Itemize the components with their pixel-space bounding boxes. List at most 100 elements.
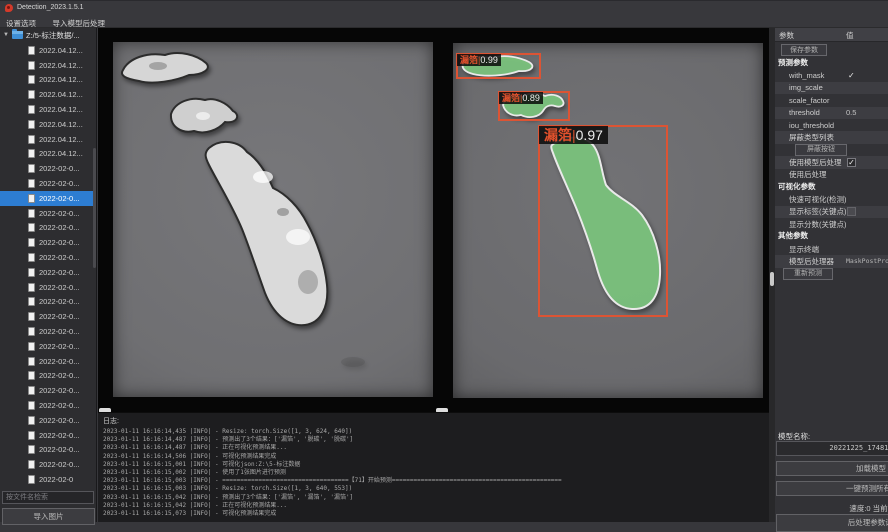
save-params-button[interactable]: 保存参数 [781, 44, 827, 56]
file-icon [28, 312, 35, 321]
file-icon [28, 90, 35, 99]
file-list-item[interactable]: 2022.04.12... [0, 43, 96, 58]
import-images-button[interactable]: 导入图片 [2, 508, 95, 525]
file-list-item[interactable]: 2022.04.12... [0, 147, 96, 162]
file-list-item[interactable]: 2022-02-0... [0, 369, 96, 384]
param-row-show-label[interactable]: 显示标签(关键点) [775, 206, 888, 218]
file-item-label: 2022-02-0 [39, 475, 73, 484]
model-name-field[interactable]: 20221225_174813 [776, 441, 888, 456]
file-list-scrollbar[interactable] [93, 148, 96, 268]
raw-defect-shapes [113, 42, 433, 397]
file-list-item[interactable]: 2022.04.12... [0, 132, 96, 147]
file-icon [28, 120, 35, 129]
tree-expand-icon[interactable]: ▼ [0, 32, 12, 38]
file-item-label: 2022-02-0... [39, 238, 79, 247]
param-row-iou-threshold[interactable]: iou_threshold [775, 119, 888, 131]
param-row-use-model-postprocess[interactable]: 使用模型后处理 ✓ [775, 156, 888, 168]
param-row-mask-type-list[interactable]: 屏蔽类型列表 [775, 131, 888, 143]
tree-root[interactable]: ▼ Z:/5-标注数据/... [0, 28, 96, 42]
use-model-postprocess-checkbox[interactable]: ✓ [847, 158, 856, 167]
param-row-threshold[interactable]: threshold 0.5 [775, 107, 888, 119]
file-item-label: 2022.04.12... [39, 61, 83, 70]
file-list-item[interactable]: 2022-02-0... [0, 457, 96, 472]
file-list-item[interactable]: 2022-02-0... [0, 383, 96, 398]
file-list-item[interactable]: 2022-02-0... [0, 324, 96, 339]
section-other-params: 其他参数 [775, 230, 888, 242]
file-list-item[interactable]: 2022-02-0... [0, 161, 96, 176]
file-list-item[interactable]: 2022-02-0... [0, 265, 96, 280]
file-list-item[interactable]: 2022.04.12... [0, 102, 96, 117]
param-row-img-scale[interactable]: img_scale [775, 82, 888, 94]
load-model-button[interactable]: 加载模型 [776, 461, 888, 476]
file-icon [28, 475, 35, 484]
file-item-label: 2022-02-0... [39, 416, 79, 425]
section-visual-params: 可视化参数 [775, 181, 888, 193]
file-list-item[interactable]: 2022-02-0... [0, 309, 96, 324]
menu-item-settings[interactable]: 设置选项 [0, 15, 42, 29]
repredict-button[interactable]: 重新预测 [783, 268, 833, 280]
param-row-show-terminal[interactable]: 显示终端 [775, 243, 888, 255]
file-item-label: 2022-02-0... [39, 312, 79, 321]
param-row-show-score[interactable]: 显示分数(关键点) [775, 218, 888, 230]
file-item-label: 2022-02-0... [39, 164, 79, 173]
file-icon [28, 283, 35, 292]
param-row-use-postprocess[interactable]: 使用后处理 [775, 169, 888, 181]
param-row-scale-factor[interactable]: scale_factor [775, 94, 888, 106]
file-list-item[interactable]: 2022-02-0 [0, 472, 96, 487]
param-scrollbar-thumb[interactable] [770, 272, 774, 286]
show-label-checkbox[interactable] [847, 207, 856, 216]
file-list-item[interactable]: 2022-02-0... [0, 398, 96, 413]
file-list-item[interactable]: 2022-02-0... [0, 221, 96, 236]
file-item-label: 2022.04.12... [39, 75, 83, 84]
file-icon [28, 297, 35, 306]
file-list-item[interactable]: 2022-02-0... [0, 339, 96, 354]
threshold-value[interactable]: 0.5 [846, 108, 856, 117]
file-list-item[interactable]: 2022-02-0... [0, 413, 96, 428]
with-mask-check-icon[interactable]: ✓ [848, 71, 855, 80]
log-line: 2023-01-11 16:16:14,435 |INFO| - Resize:… [103, 428, 769, 436]
postprocess-settings-button[interactable]: 后处理参数设置 [776, 514, 888, 532]
file-icon [28, 135, 35, 144]
param-row-with-mask[interactable]: with_mask ✓ [775, 69, 888, 81]
file-icon [28, 194, 35, 203]
file-list-item[interactable]: 2022-02-0... [0, 280, 96, 295]
file-item-label: 2022.04.12... [39, 46, 83, 55]
file-icon [28, 61, 35, 70]
file-list-item[interactable]: 2022.04.12... [0, 58, 96, 73]
file-list-item[interactable]: 2022-02-0... [0, 250, 96, 265]
file-list-item[interactable]: 2022-02-0... [0, 443, 96, 458]
param-row-model-postprocessor[interactable]: 模型后处理器 MaskPostPro [775, 255, 888, 267]
predict-all-button[interactable]: 一键预测所有图片 [776, 481, 888, 496]
model-postprocessor-value[interactable]: MaskPostPro [846, 257, 888, 265]
file-list-item[interactable]: 2022.04.12... [0, 117, 96, 132]
file-list-item[interactable]: 2022-02-0... [0, 428, 96, 443]
file-item-label: 2022-02-0... [39, 297, 79, 306]
file-item-label: 2022.04.12... [39, 149, 83, 158]
file-icon [28, 371, 35, 380]
raw-image-panel [113, 42, 433, 397]
file-list-item[interactable]: 2022-02-0... [0, 354, 96, 369]
search-input[interactable] [2, 491, 94, 504]
file-list-item[interactable]: 2022-02-0... [0, 235, 96, 250]
file-icon [28, 105, 35, 114]
file-icon [28, 238, 35, 247]
file-list-item[interactable]: 2022-02-0... [0, 295, 96, 310]
menu-item-import-postprocess[interactable]: 导入模型后处理 [46, 15, 111, 29]
file-list-item[interactable]: 2022-02-0... [0, 191, 96, 206]
param-label: 显示终端 [789, 244, 819, 255]
file-list: 2022.04.12... 2022.04.12... 2022.04.12..… [0, 43, 96, 516]
param-row-quick-visualize[interactable]: 快速可视化(检测) [775, 193, 888, 205]
param-label: 显示标签(关键点) [789, 206, 847, 217]
section-predict-params: 预测参数 [775, 57, 888, 69]
file-list-item[interactable]: 2022.04.12... [0, 73, 96, 88]
param-table-header: 参数 值 [775, 28, 888, 42]
detection-label-3: 漏箔|0.97 [539, 126, 608, 144]
file-list-item[interactable]: 2022-02-0... [0, 206, 96, 221]
file-icon [28, 460, 35, 469]
file-item-label: 2022-02-0... [39, 223, 79, 232]
file-list-item[interactable]: 2022.04.12... [0, 87, 96, 102]
file-icon [28, 327, 35, 336]
mask-button[interactable]: 屏蔽按钮 [795, 144, 847, 156]
file-item-label: 2022-02-0... [39, 431, 79, 440]
file-list-item[interactable]: 2022-02-0... [0, 176, 96, 191]
